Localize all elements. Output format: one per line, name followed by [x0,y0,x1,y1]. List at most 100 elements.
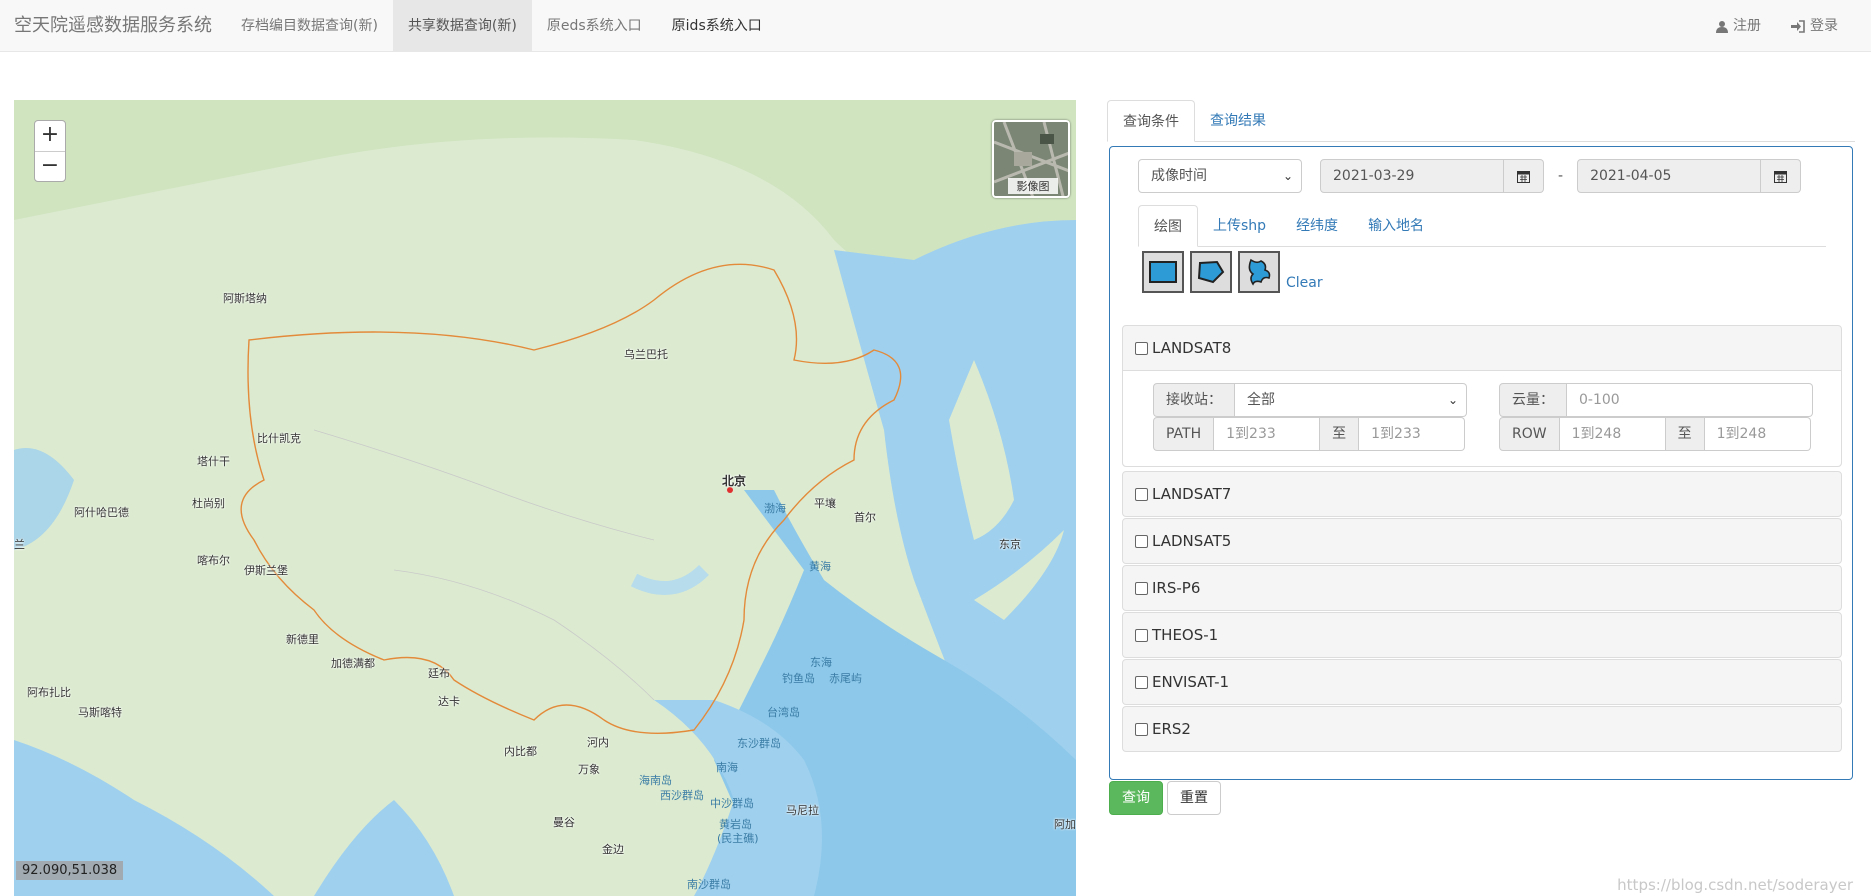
map-label: 阿斯塔纳 [223,292,267,305]
draw-freehand-button[interactable] [1238,251,1280,293]
zoom-in-button[interactable]: + [35,121,65,151]
nav-old-ids[interactable]: 原ids系统入口 [657,0,777,52]
satellite-header[interactable]: LANDSAT8 [1123,326,1841,370]
map-label: 伊斯兰堡 [244,564,288,577]
date-to-input[interactable]: 2021-04-05 [1577,159,1762,193]
map-label: 台湾岛 [767,706,800,719]
calendar-icon[interactable] [1761,159,1802,193]
date-to-group: 2021-04-05 [1577,159,1802,193]
watermark: https://blog.csdn.net/soderayer [1617,876,1853,894]
satellite-checkbox[interactable] [1135,534,1148,548]
satellite-header[interactable]: ENVISAT-1 [1123,660,1841,704]
reset-button[interactable]: 重置 [1167,781,1221,815]
path-from-input[interactable]: 1到233 [1214,417,1321,451]
satellite-header[interactable]: THEOS-1 [1123,613,1841,657]
query-form: 成像时间 ⌄ 2021-03-29 - 2021-04-05 绘图 上传shp … [1109,146,1853,780]
clear-link[interactable]: Clear [1286,275,1323,291]
nav-right: 注册 登录 [1701,0,1853,52]
zoom-out-button[interactable]: − [35,151,65,181]
layer-switcher[interactable]: 影像图 [992,120,1070,198]
panel-tabs: 查询条件 查询结果 [1107,100,1855,142]
draw-polygon-button[interactable] [1190,251,1232,293]
satellite-checkbox[interactable] [1135,628,1148,642]
map-label: 黄海 [809,560,831,573]
login-icon [1791,19,1805,33]
layer-label: 影像图 [1008,178,1058,194]
map-label: 杜尚别 [192,497,225,510]
cloud-label: 云量： [1499,383,1567,417]
chevron-down-icon: ⌄ [1447,393,1458,407]
satellite-panel: LADNSAT5 [1122,518,1842,564]
map-label: 喀布尔 [197,554,230,567]
login-link[interactable]: 登录 [1776,0,1853,52]
map-label: 兰 [14,538,25,551]
satellite-panel: IRS-P6 [1122,565,1842,611]
satellite-header[interactable]: LANDSAT7 [1123,472,1841,516]
top-navbar: 空天院遥感数据服务系统 存档编目数据查询(新) 共享数据查询(新) 原eds系统… [0,0,1871,52]
date-from-input[interactable]: 2021-03-29 [1320,159,1504,193]
nav-archive-query[interactable]: 存档编目数据查询(新) [226,0,393,52]
tab-query-conditions[interactable]: 查询条件 [1107,100,1195,142]
draw-rectangle-button[interactable] [1142,251,1184,293]
satellite-panel: LANDSAT7 [1122,471,1842,517]
tab-lat-lon[interactable]: 经纬度 [1281,205,1353,246]
map-label: 达卡 [438,695,460,708]
map-label: 海南岛 [639,774,672,787]
satellite-checkbox[interactable] [1135,722,1148,736]
station-select[interactable]: 全部 ⌄ [1235,383,1467,417]
time-type-select[interactable]: 成像时间 ⌄ [1138,159,1302,193]
map-label: 东海 [810,656,832,669]
path-to-input[interactable]: 1到233 [1359,417,1466,451]
nav-shared-query[interactable]: 共享数据查询(新) [392,0,532,52]
nav-old-eds[interactable]: 原eds系统入口 [532,0,657,52]
draw-tools: Clear [1142,251,1323,293]
time-filter-row: 成像时间 ⌄ 2021-03-29 - 2021-04-05 [1138,159,1802,193]
map-label: 加德满都 [331,657,375,670]
row-to-input[interactable]: 1到248 [1704,417,1811,451]
satellite-checkbox[interactable] [1135,675,1148,689]
tab-place-name[interactable]: 输入地名 [1353,205,1439,246]
map-label: 首尔 [854,511,876,524]
map-label: 南海 [716,761,738,774]
calendar-icon[interactable] [1504,159,1544,193]
satellite-checkbox[interactable] [1135,341,1148,355]
time-type-value: 成像时间 [1151,168,1207,184]
satellite-name: LANDSAT7 [1152,485,1232,503]
map-label: 阿加 [1054,818,1076,831]
map-label: 廷布 [428,667,450,680]
satellite-checkbox[interactable] [1135,487,1148,501]
zoom-control: + − [34,120,66,182]
row-group: ROW 1到248 至 1到248 [1499,417,1811,451]
satellite-header[interactable]: IRS-P6 [1123,566,1841,610]
map-label: 钓鱼岛 [782,672,815,685]
map-view[interactable]: + − 影像图 阿斯塔纳 乌兰巴托 比什凯克 塔什干 杜尚别 阿什哈巴德 喀布尔… [14,100,1076,896]
freehand-icon [1248,258,1271,286]
satellite-header[interactable]: LADNSAT5 [1123,519,1841,563]
satellite-name: THEOS-1 [1152,626,1219,644]
map-base [14,100,1076,896]
map-label: 东沙群岛 [737,737,781,750]
tab-draw[interactable]: 绘图 [1138,205,1198,247]
rectangle-icon [1149,261,1177,283]
login-label: 登录 [1810,18,1838,34]
satellite-panel-landsat8: LANDSAT8 接收站： 全部 ⌄ 云量： 0-100 PATH 1到233 [1122,325,1842,467]
register-label: 注册 [1733,18,1761,34]
cloud-input[interactable]: 0-100 [1567,383,1813,417]
tab-upload-shp[interactable]: 上传shp [1198,205,1281,246]
register-link[interactable]: 注册 [1701,0,1776,52]
path-label: PATH [1153,417,1215,451]
station-value: 全部 [1247,392,1275,408]
map-label: 马尼拉 [786,804,819,817]
map-label: 平壤 [814,497,836,510]
query-button[interactable]: 查询 [1109,781,1163,815]
row-from-input[interactable]: 1到248 [1559,417,1666,451]
map-label: 东京 [999,538,1021,551]
map-label: (民主礁) [717,832,759,845]
satellite-checkbox[interactable] [1135,581,1148,595]
map-label: 比什凯克 [257,432,301,445]
satellite-panel: ENVISAT-1 [1122,659,1842,705]
satellite-header[interactable]: ERS2 [1123,707,1841,751]
tab-query-results[interactable]: 查询结果 [1195,100,1281,141]
brand-title[interactable]: 空天院遥感数据服务系统 [0,0,226,52]
query-panel: 查询条件 查询结果 成像时间 ⌄ 2021-03-29 - 2021-04-05 [1107,100,1855,780]
